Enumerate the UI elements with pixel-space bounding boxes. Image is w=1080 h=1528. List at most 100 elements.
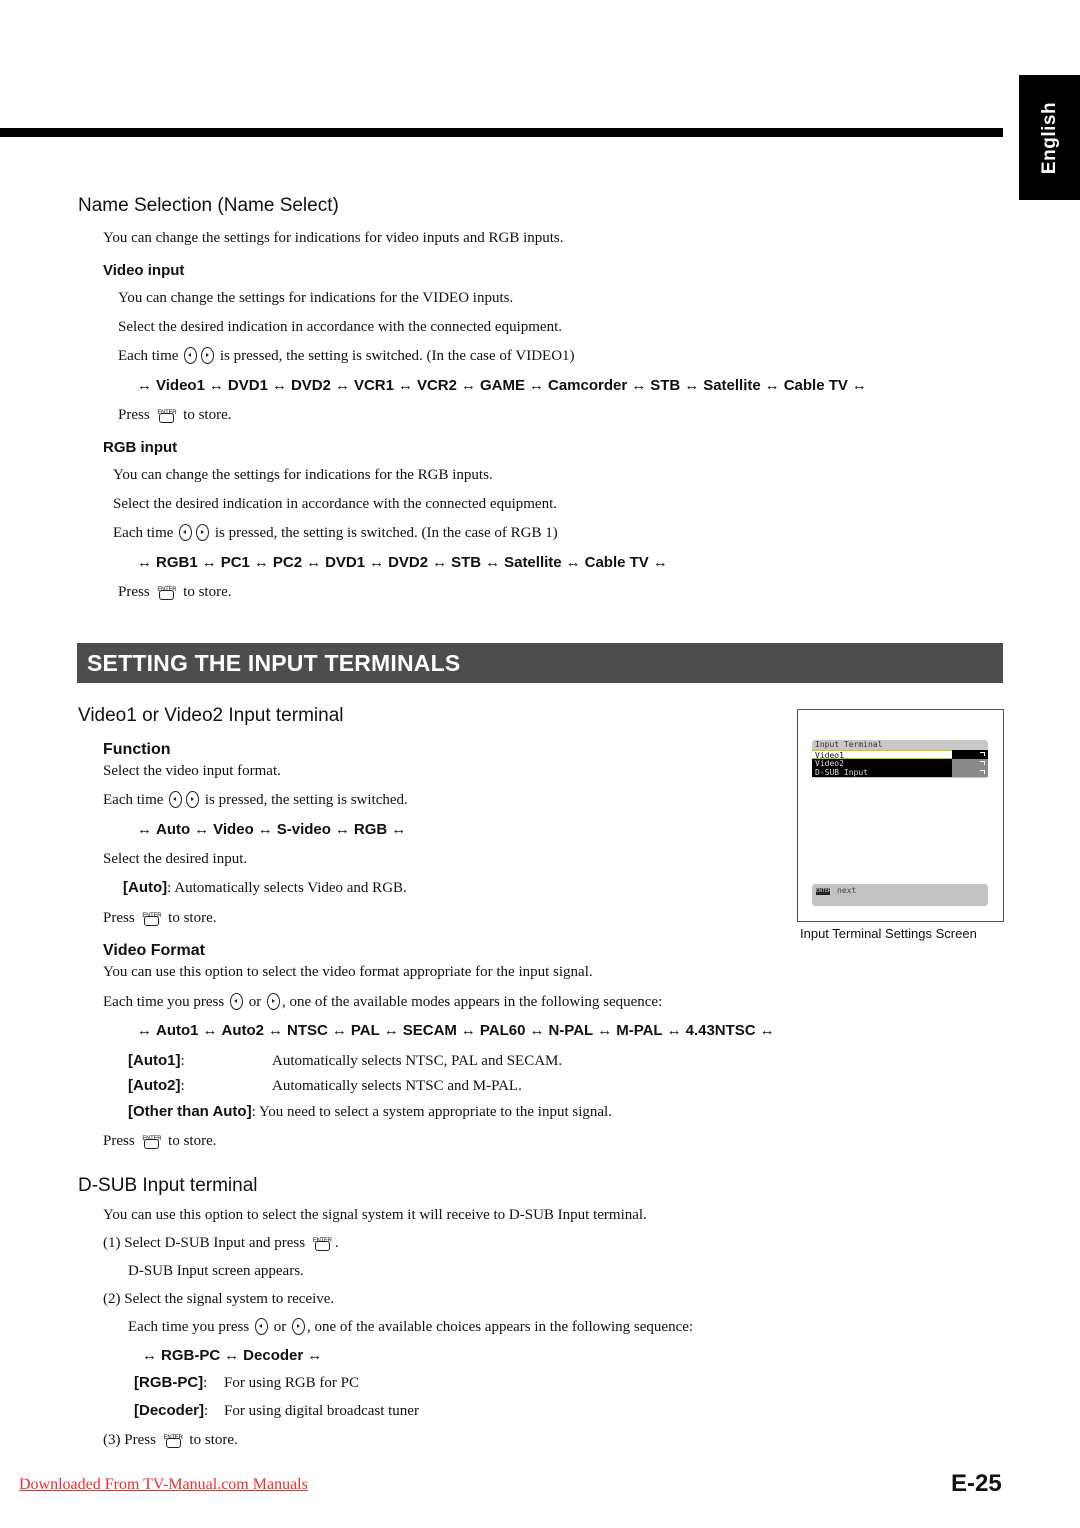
osd-row-value	[952, 750, 988, 759]
sequence-item: DVD2	[388, 554, 429, 571]
sequence-item: 4.43NTSC	[685, 1022, 756, 1039]
dsub-step1: (1) Select D-SUB Input and press ENTER.	[103, 1234, 339, 1253]
text: Each time you press	[128, 1319, 250, 1335]
text: to store.	[168, 1133, 217, 1149]
sequence-item: STB	[451, 554, 482, 571]
bidirectional-arrow-icon: ↔	[851, 377, 867, 394]
sequence-item: RGB1	[156, 554, 198, 571]
video-format-desc-auto2: Automatically selects NTSC and M-PAL.	[272, 1078, 522, 1094]
rgb-input-heading: RGB input	[103, 439, 178, 456]
sequence-item: Decoder	[243, 1347, 304, 1364]
text: is pressed, the setting is switched. (In…	[219, 348, 575, 364]
dsub-intro: You can use this option to select the si…	[103, 1207, 647, 1223]
text: :	[180, 1078, 185, 1094]
bidirectional-arrow-icon: ↔	[460, 377, 476, 394]
definition-desc: : Automatically selects Video and RGB.	[167, 880, 407, 896]
text: Press	[118, 407, 150, 423]
bidirectional-arrow-icon: ↔	[759, 1022, 775, 1039]
banner-title: SETTING THE INPUT TERMINALS	[87, 650, 461, 676]
text: :	[180, 1053, 185, 1069]
definition-term: [Decoder]	[134, 1402, 205, 1419]
bidirectional-arrow-icon: ↔	[460, 1022, 476, 1039]
osd-hint-text: next	[837, 886, 857, 895]
dsub-step3: (3) Press ENTER to store.	[103, 1431, 238, 1450]
language-tab: English	[1019, 75, 1080, 200]
name-selection-intro: You can change the settings for indicati…	[103, 230, 564, 246]
bidirectional-arrow-icon: ↔	[684, 377, 700, 394]
sequence-item: Auto1	[156, 1022, 199, 1039]
function-sequence: ↔ Auto ↔ Video ↔ S-video ↔ RGB ↔	[133, 821, 410, 838]
download-source-link[interactable]: Downloaded From TV-Manual.com Manuals	[19, 1476, 308, 1494]
right-button-icon	[291, 1318, 305, 1336]
bidirectional-arrow-icon: ↔	[331, 1022, 347, 1039]
bidirectional-arrow-icon: ↔	[307, 1347, 323, 1364]
sequence-item: Video	[213, 821, 254, 838]
bidirectional-arrow-icon: ↔	[391, 821, 407, 838]
step-number: (2)	[103, 1291, 121, 1307]
bidirectional-arrow-icon: ↔	[764, 377, 780, 394]
rgb-input-line2: Select the desired indication in accorda…	[113, 496, 557, 512]
dsub-def-decoder: [Decoder]:	[134, 1402, 208, 1420]
right-button-icon	[196, 524, 210, 542]
video-terminal-title: Video1 or Video2 Input terminal	[78, 705, 344, 726]
bidirectional-arrow-icon: ↔	[597, 1022, 613, 1039]
text: to store.	[189, 1432, 238, 1448]
text: or	[248, 994, 262, 1010]
text: Press	[124, 1432, 156, 1448]
text: , one of the available modes appears in …	[281, 994, 663, 1010]
function-heading: Function	[103, 741, 171, 758]
text: Press	[103, 1133, 135, 1149]
header-rule	[0, 128, 1003, 137]
language-label: English	[1038, 101, 1060, 174]
sequence-item: Satellite	[504, 554, 562, 571]
sequence-item: PC2	[272, 554, 303, 571]
definition-term: [Auto]	[123, 879, 168, 896]
bidirectional-arrow-icon: ↔	[485, 554, 501, 571]
screen-caption: Input Terminal Settings Screen	[800, 926, 977, 941]
dsub-desc-rgbpc: For using RGB for PC	[224, 1375, 360, 1391]
text: Each time	[103, 792, 164, 808]
bidirectional-arrow-icon: ↔	[194, 821, 210, 838]
sequence-item: Auto	[156, 821, 191, 838]
function-each-time: Each time is pressed, the setting is swi…	[103, 791, 408, 809]
right-button-icon	[201, 347, 215, 365]
function-press: Press ENTER to store.	[103, 909, 217, 928]
bidirectional-arrow-icon: ↔	[137, 1022, 152, 1039]
sequence-item: Cable TV	[783, 377, 848, 394]
bidirectional-arrow-icon: ↔	[253, 554, 269, 571]
video-format-heading: Video Format	[103, 942, 205, 959]
function-line1: Select the video input format.	[103, 763, 281, 779]
bidirectional-arrow-icon: ↔	[631, 377, 647, 394]
page-number: E-25	[951, 1470, 1002, 1497]
bidirectional-arrow-icon: ↔	[137, 554, 152, 571]
text: Press	[103, 910, 135, 926]
text: Select the signal system to receive.	[124, 1291, 335, 1307]
definition-term: [RGB-PC]	[134, 1374, 204, 1391]
sequence-item: PAL60	[479, 1022, 526, 1039]
dsub-desc-decoder: For using digital broadcast tuner	[224, 1403, 419, 1419]
sequence-item: GAME	[479, 377, 525, 394]
function-auto-def: [Auto]: Automatically selects Video and …	[123, 879, 407, 897]
bidirectional-arrow-icon: ↔	[268, 1022, 283, 1039]
text: :	[203, 1375, 208, 1391]
video-format-press: Press ENTER to store.	[103, 1132, 217, 1151]
bidirectional-arrow-icon: ↔	[202, 1022, 218, 1039]
sequence-item: S-video	[276, 821, 331, 838]
rgb-input-each-time: Each time is pressed, the setting is swi…	[113, 524, 558, 542]
dsub-sequence: ↔ RGB-PC ↔ Decoder ↔	[138, 1347, 326, 1364]
bidirectional-arrow-icon: ↔	[432, 554, 448, 571]
sequence-item: RGB	[353, 821, 388, 838]
bidirectional-arrow-icon: ↔	[529, 1022, 545, 1039]
text: Each time you press	[103, 994, 225, 1010]
text: is pressed, the setting is switched. (In…	[214, 525, 558, 541]
enter-key-icon: ENTER	[816, 888, 832, 895]
bidirectional-arrow-icon: ↔	[397, 377, 413, 394]
osd-row-video2: Video2	[812, 759, 988, 768]
text: Select D-SUB Input and press	[124, 1235, 306, 1251]
definition-desc: You need to select a system appropriate …	[258, 1104, 612, 1120]
osd-row-value	[952, 759, 988, 768]
left-button-icon	[229, 993, 243, 1011]
dsub-each-time: Each time you press or , one of the avai…	[128, 1318, 693, 1336]
rgb-input-sequence: ↔ RGB1 ↔ PC1 ↔ PC2 ↔ DVD1 ↔ DVD2 ↔ STB ↔ Satellite ↔ Ca…	[133, 554, 672, 571]
sequence-item: PAL	[350, 1022, 380, 1039]
